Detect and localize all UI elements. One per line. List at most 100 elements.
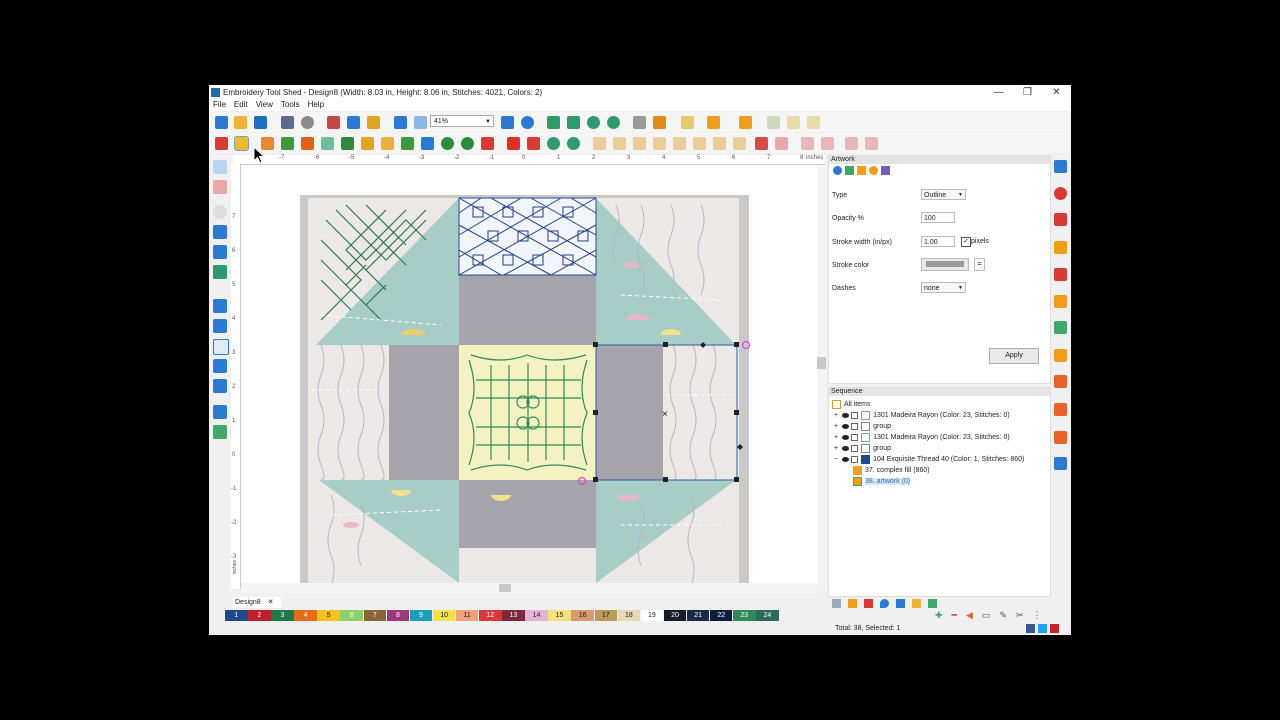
scroll-thumb[interactable] xyxy=(817,357,826,369)
card-icon[interactable] xyxy=(896,599,905,608)
image-icon[interactable] xyxy=(213,265,227,279)
stroke-width-input[interactable]: 1.00 xyxy=(921,236,955,247)
scroll-thumb[interactable] xyxy=(499,584,511,592)
lock-icon[interactable] xyxy=(851,445,859,452)
grid-fill-icon[interactable] xyxy=(1054,321,1067,334)
rotate-right-icon[interactable] xyxy=(607,116,620,129)
palette-swatch[interactable]: 17 xyxy=(594,610,617,621)
select-arrow-icon[interactable] xyxy=(213,160,227,174)
pan-hand-icon[interactable] xyxy=(213,225,227,239)
fill-tab-icon[interactable] xyxy=(857,166,866,175)
print-icon[interactable] xyxy=(281,116,294,129)
palette-swatch[interactable]: 2 xyxy=(248,610,271,621)
appliqué-icon[interactable] xyxy=(707,116,720,129)
palette-swatch[interactable]: 5 xyxy=(317,610,340,621)
pin-icon[interactable] xyxy=(1054,349,1067,362)
palette-swatch[interactable]: 1 xyxy=(225,610,248,621)
fill-area-icon[interactable] xyxy=(234,136,249,151)
stitch-icon[interactable] xyxy=(215,137,228,150)
align-middle-icon[interactable] xyxy=(673,137,686,150)
mirror-horizontal-icon[interactable] xyxy=(547,116,560,129)
palette-swatch[interactable]: 4 xyxy=(294,610,317,621)
paw-icon[interactable] xyxy=(1054,213,1067,226)
shapes-alt-icon[interactable] xyxy=(1054,403,1067,416)
distribute-vertical-icon[interactable] xyxy=(733,137,746,150)
add-color-icon[interactable]: ✚ xyxy=(935,610,943,621)
twitter-icon[interactable] xyxy=(1038,624,1047,633)
shapes-icon[interactable] xyxy=(1054,375,1067,388)
type-select[interactable]: Outline ▼ xyxy=(921,189,966,200)
palette-swatch[interactable]: 21 xyxy=(686,610,710,621)
ticket-icon[interactable] xyxy=(912,599,921,608)
scissors-icon[interactable]: ✂ xyxy=(1016,610,1024,621)
lock-icon[interactable] xyxy=(851,423,859,430)
intersect-icon[interactable] xyxy=(775,137,788,150)
palette-swatch[interactable]: 19 xyxy=(640,610,664,621)
paste-icon[interactable] xyxy=(367,116,380,129)
info-icon[interactable] xyxy=(521,116,534,129)
magic-wand-icon[interactable] xyxy=(681,116,694,129)
group-icon[interactable] xyxy=(767,116,780,129)
align-right-icon[interactable] xyxy=(633,137,646,150)
save-icon[interactable] xyxy=(254,116,267,129)
cart-icon[interactable] xyxy=(928,599,937,608)
palette-swatch[interactable]: 23 xyxy=(733,610,756,621)
palette-swatch[interactable]: 15 xyxy=(548,610,571,621)
sequence-item[interactable]: +1301 Madeira Rayon (Color: 23, Stitches… xyxy=(834,433,1010,442)
circle-shape-icon[interactable] xyxy=(441,137,454,150)
motif-fill-icon[interactable] xyxy=(361,137,374,150)
grid-icon[interactable] xyxy=(213,319,227,333)
palette-swatch[interactable]: 3 xyxy=(271,610,294,621)
apply-button[interactable]: Apply xyxy=(989,348,1039,364)
running-stitch-icon[interactable] xyxy=(381,137,394,150)
folder-icon[interactable] xyxy=(848,599,857,608)
tab-close-icon[interactable]: ✕ xyxy=(268,599,274,606)
motif-icon[interactable] xyxy=(739,116,752,129)
lock-icon[interactable] xyxy=(851,412,859,419)
close-button[interactable]: ✕ xyxy=(1042,87,1071,98)
maximize-button[interactable]: ❐ xyxy=(1013,87,1042,98)
dashes-select[interactable]: none ▼ xyxy=(921,282,966,293)
circle-tool-icon[interactable] xyxy=(1054,187,1067,200)
split-icon[interactable] xyxy=(845,137,858,150)
new-file-icon[interactable] xyxy=(215,116,228,129)
eye-icon[interactable] xyxy=(842,457,850,462)
rotate-object-icon[interactable] xyxy=(547,137,560,150)
stroke-color-swatch[interactable] xyxy=(921,258,969,271)
palette-swatch[interactable]: 16 xyxy=(571,610,594,621)
eye-icon[interactable] xyxy=(842,424,850,429)
copy-icon[interactable] xyxy=(347,116,360,129)
zoom-icon[interactable] xyxy=(213,205,227,219)
subtract-icon[interactable] xyxy=(801,137,814,150)
align-top-icon[interactable] xyxy=(653,137,666,150)
design-canvas[interactable]: × xyxy=(241,165,817,583)
opacity-input[interactable]: 100 xyxy=(921,212,955,223)
comment-tab-icon[interactable] xyxy=(869,166,878,175)
refresh-icon[interactable] xyxy=(567,137,580,150)
align-bottom-icon[interactable] xyxy=(693,137,706,150)
stitch-preview-icon[interactable] xyxy=(301,116,314,129)
sound-icon[interactable]: ◀ xyxy=(966,610,973,621)
lock-icon[interactable] xyxy=(851,456,859,463)
home-icon[interactable] xyxy=(1054,241,1067,254)
distribute-icon[interactable] xyxy=(713,137,726,150)
diamond-icon[interactable] xyxy=(1054,268,1067,281)
palette-swatch[interactable]: 6 xyxy=(340,610,363,621)
sun-icon[interactable] xyxy=(1054,295,1067,308)
list-view-icon[interactable] xyxy=(832,599,841,608)
palette-swatch[interactable]: 14 xyxy=(525,610,548,621)
menu-edit[interactable]: Edit xyxy=(230,99,252,111)
pattern-icon[interactable] xyxy=(653,116,666,129)
palette-swatch[interactable]: 24 xyxy=(756,610,779,621)
text-icon[interactable] xyxy=(507,137,520,150)
zoom-select[interactable]: 41% ▼ xyxy=(430,115,494,127)
complex-fill-icon[interactable] xyxy=(321,137,334,150)
node-edit-icon[interactable] xyxy=(213,180,227,194)
info-tab-icon[interactable] xyxy=(833,166,842,175)
exclude-icon[interactable] xyxy=(821,137,834,150)
column-fill-icon[interactable] xyxy=(341,137,354,150)
palette-swatch[interactable]: 13 xyxy=(502,610,525,621)
measure-icon[interactable] xyxy=(213,245,227,259)
satin-line-icon[interactable] xyxy=(401,137,414,150)
color-fill-icon[interactable] xyxy=(213,425,227,439)
